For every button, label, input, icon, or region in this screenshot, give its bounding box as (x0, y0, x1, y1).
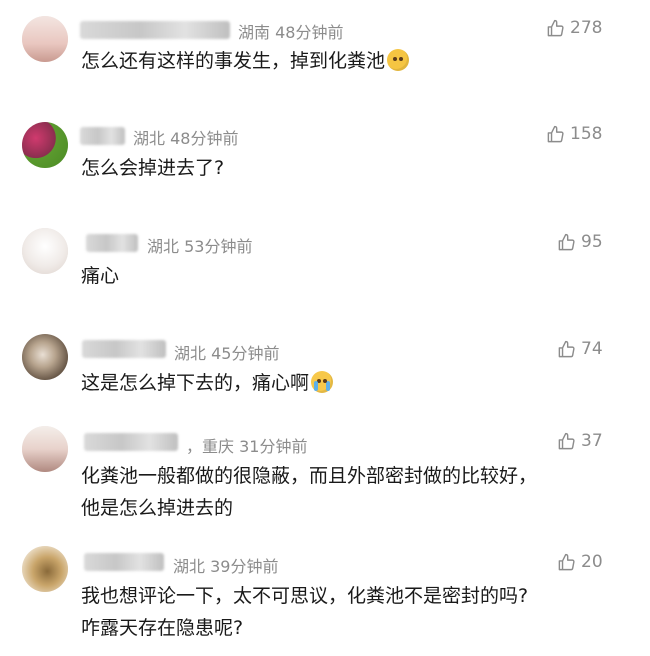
comment-meta: 湖南 48分钟前 (238, 19, 343, 43)
comment-line: 我也想评论一下，太不可思议，化粪池不是密封的吗? (81, 585, 529, 607)
thumbs-up-icon (558, 233, 575, 250)
username-blurred[interactable] (80, 21, 230, 39)
like-button[interactable]: 20 (557, 552, 603, 572)
comment-text: 怎么会掉进去了? (81, 157, 225, 179)
like-button[interactable]: 158 (546, 124, 602, 144)
comment-meta: 湖北 39分钟前 (173, 553, 278, 577)
like-button[interactable]: 74 (557, 339, 603, 359)
username-blurred[interactable] (80, 127, 125, 145)
like-button[interactable]: 37 (557, 431, 603, 451)
like-count: 74 (581, 339, 603, 359)
like-count: 20 (581, 552, 603, 572)
location: 湖北 (147, 237, 180, 256)
like-button[interactable]: 278 (546, 18, 602, 38)
thumbs-up-icon (558, 553, 575, 570)
thumbs-up-icon (558, 340, 575, 357)
avatar[interactable] (22, 546, 68, 592)
comment-text: 化粪池一般都做的很隐蔽，而且外部密封做的比较好， 他是怎么掉进去的 (81, 460, 537, 524)
comment-line: 化粪池一般都做的很隐蔽，而且外部密封做的比较好， (81, 465, 538, 487)
crying-face-icon (311, 371, 334, 393)
comment-text: 我也想评论一下，太不可思议，化粪池不是密封的吗? 咋露天存在隐患呢? (81, 580, 528, 644)
username-blurred[interactable] (84, 433, 178, 451)
thumbs-up-icon (558, 432, 575, 449)
avatar[interactable] (22, 334, 68, 380)
comment-text: 痛心 (81, 265, 120, 287)
like-count: 278 (570, 18, 603, 38)
comment-meta: 湖北 53分钟前 (147, 233, 252, 257)
comment-text: 这是怎么掉下去的，痛心啊 (81, 367, 334, 399)
thumbs-up-icon (547, 19, 564, 36)
comment-meta: 湖北 45分钟前 (174, 340, 279, 364)
like-count: 37 (581, 431, 603, 451)
like-count: 158 (570, 124, 603, 144)
username-blurred[interactable] (82, 340, 166, 358)
comment-meta: 湖北 48分钟前 (133, 125, 238, 149)
comment-line: 他是怎么掉进去的 (81, 497, 234, 519)
thumbs-up-icon (547, 125, 564, 142)
location: ，重庆 (186, 437, 235, 456)
comment-meta: ，重庆 31分钟前 (186, 433, 307, 457)
timestamp: 39分钟前 (210, 557, 279, 576)
like-button[interactable]: 95 (557, 232, 603, 252)
timestamp: 31分钟前 (239, 437, 308, 456)
timestamp: 45分钟前 (211, 344, 280, 363)
comment-text: 怎么还有这样的事发生，掉到化粪池 (81, 45, 410, 77)
thinking-face-icon (387, 49, 410, 71)
avatar[interactable] (22, 426, 68, 472)
username-blurred[interactable] (86, 234, 138, 252)
avatar[interactable] (22, 228, 68, 274)
timestamp: 48分钟前 (170, 129, 239, 148)
comment-line: 咋露天存在隐患呢? (81, 617, 244, 639)
location: 湖北 (173, 557, 206, 576)
username-blurred[interactable] (84, 553, 164, 571)
like-count: 95 (581, 232, 603, 252)
location: 湖北 (174, 344, 207, 363)
location: 湖北 (133, 129, 166, 148)
location: 湖南 (238, 23, 271, 42)
timestamp: 53分钟前 (184, 237, 253, 256)
avatar[interactable] (22, 122, 68, 168)
timestamp: 48分钟前 (275, 23, 344, 42)
avatar[interactable] (22, 16, 68, 62)
